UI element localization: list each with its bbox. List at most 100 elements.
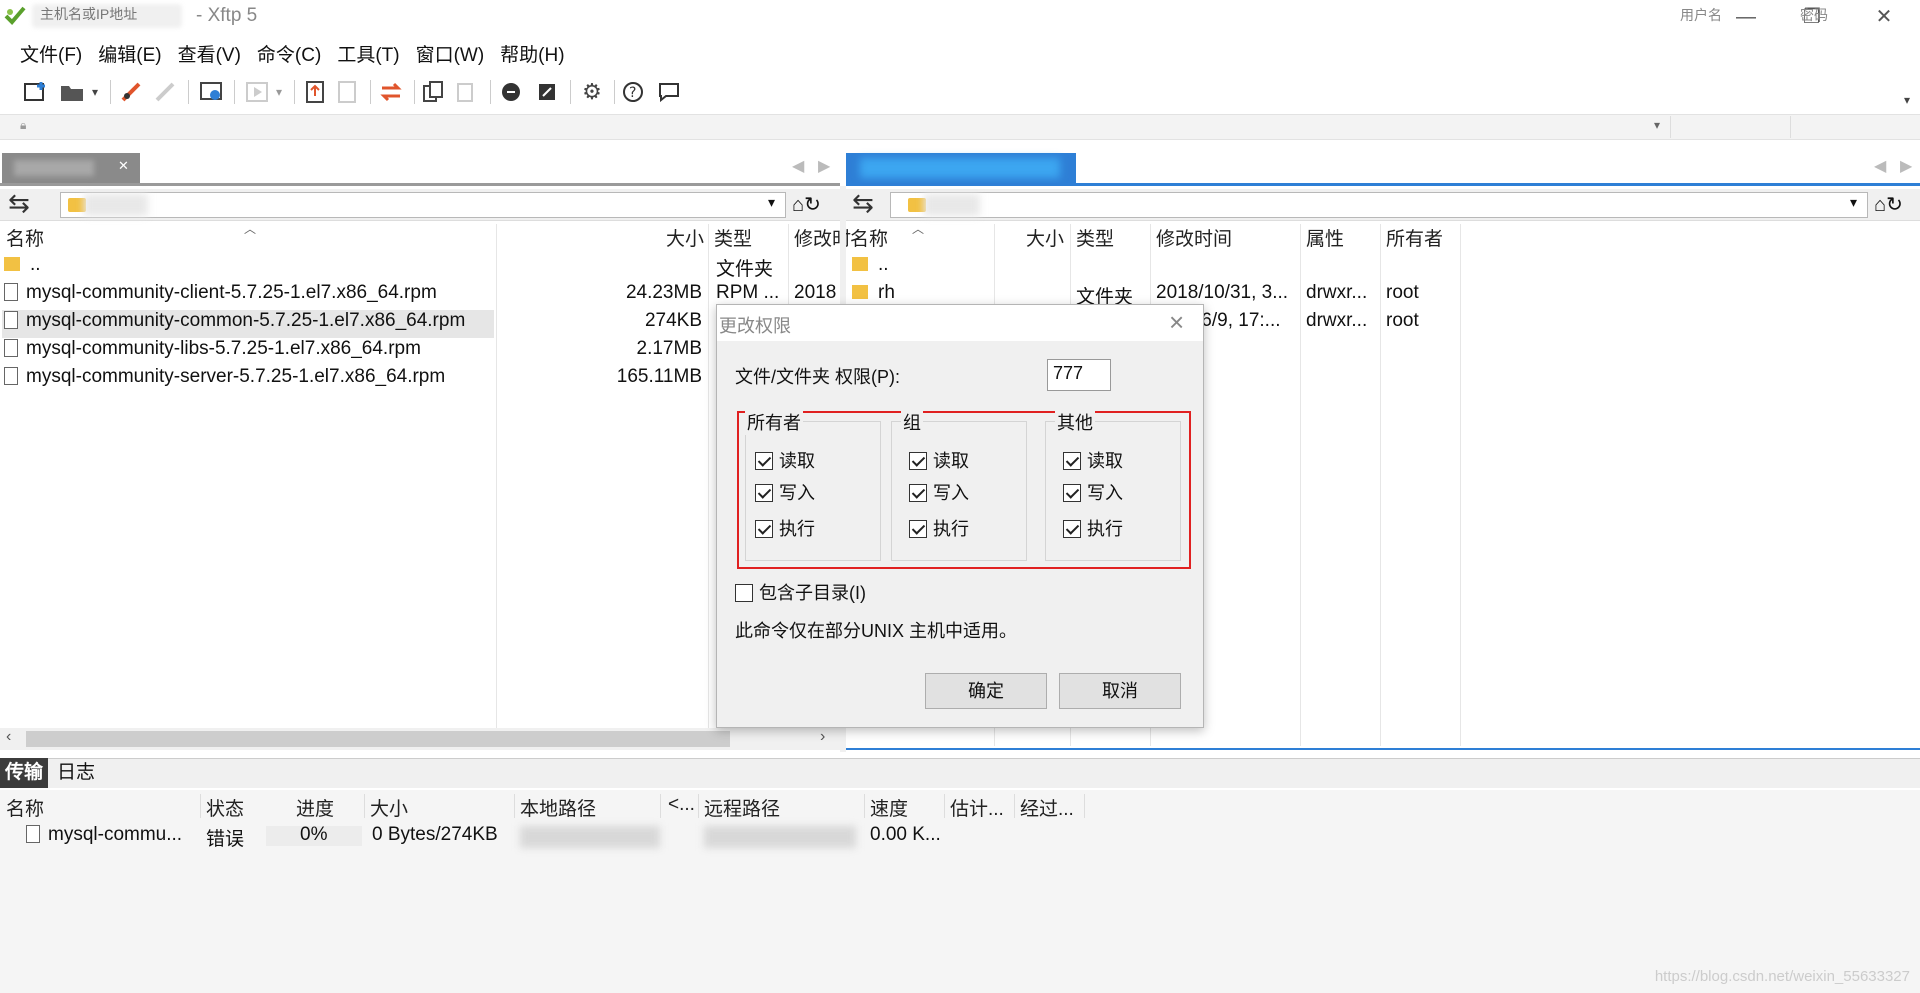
- owner-read-checkbox[interactable]: 读取: [755, 447, 815, 473]
- checkbox-unchecked[interactable]: [735, 584, 753, 602]
- close-tab-icon[interactable]: ✕: [118, 158, 129, 174]
- remote-path-input[interactable]: [890, 192, 1868, 218]
- gear-icon[interactable]: ⚙: [578, 78, 606, 106]
- col-owner[interactable]: 所有者: [1386, 224, 1443, 252]
- run-icon[interactable]: [244, 78, 272, 106]
- sync-icon[interactable]: [378, 78, 406, 106]
- host-input[interactable]: 主机名或IP地址: [40, 4, 137, 24]
- owner-write-checkbox[interactable]: 写入: [755, 479, 815, 505]
- other-write-checkbox[interactable]: 写入: [1063, 479, 1123, 505]
- transfer-col-estimated[interactable]: 估计...: [950, 794, 1004, 821]
- back-forward-icon[interactable]: ⇆: [852, 188, 874, 219]
- col-size[interactable]: 大小: [1026, 224, 1064, 252]
- group-execute-checkbox[interactable]: 执行: [909, 515, 969, 541]
- checkbox-checked[interactable]: [1063, 452, 1081, 470]
- group-write-checkbox[interactable]: 写入: [909, 479, 969, 505]
- other-execute-checkbox[interactable]: 执行: [1063, 515, 1123, 541]
- path-dropdown-icon[interactable]: ▾: [768, 194, 775, 211]
- disconnect-icon[interactable]: [152, 78, 180, 106]
- properties-icon[interactable]: [198, 78, 226, 106]
- include-subdirs-checkbox[interactable]: 包含子目录(I): [735, 579, 866, 605]
- checkbox-checked[interactable]: [755, 452, 773, 470]
- chat-icon[interactable]: [656, 78, 684, 106]
- menu-window[interactable]: 窗口(W): [408, 36, 493, 71]
- transfer-col-elapsed[interactable]: 经过...: [1020, 794, 1074, 821]
- transfer-col-size[interactable]: 大小: [370, 794, 408, 821]
- ok-button[interactable]: 确定: [925, 673, 1047, 709]
- toolbar-overflow-icon[interactable]: ▾: [1900, 86, 1914, 114]
- close-window-button[interactable]: ✕: [1864, 4, 1904, 30]
- new-session-icon[interactable]: [22, 78, 50, 106]
- checkbox-checked[interactable]: [755, 520, 773, 538]
- checkbox-checked[interactable]: [755, 484, 773, 502]
- home-refresh-icon[interactable]: ⌂↻: [792, 192, 821, 217]
- help-icon[interactable]: ?: [620, 78, 648, 106]
- menu-view[interactable]: 查看(V): [170, 36, 249, 71]
- scroll-right-icon[interactable]: ›: [820, 728, 825, 746]
- other-read-checkbox[interactable]: 读取: [1063, 447, 1123, 473]
- list-item[interactable]: mysql-community-libs-5.7.25-1.el7.x86_64…: [4, 338, 421, 366]
- dialog-close-button[interactable]: ×: [1169, 307, 1184, 338]
- open-folder-icon[interactable]: [58, 78, 86, 106]
- col-attributes[interactable]: 属性: [1306, 224, 1344, 252]
- menu-file[interactable]: 文件(F): [12, 36, 90, 71]
- cancel-button[interactable]: 取消: [1059, 673, 1181, 709]
- tab-scroll-left-icon[interactable]: ◀: [792, 156, 804, 176]
- tab-scroll-left-icon[interactable]: ◀: [1874, 156, 1886, 176]
- local-path-input[interactable]: [60, 192, 786, 218]
- path-dropdown-icon[interactable]: ▾: [1850, 194, 1857, 211]
- password-input[interactable]: 密码: [1800, 5, 1828, 25]
- transfer-col-name[interactable]: 名称: [6, 794, 44, 821]
- checkbox-checked[interactable]: [1063, 484, 1081, 502]
- copy-icon[interactable]: [420, 78, 448, 106]
- transfer-col-remote-path[interactable]: 远程路径: [704, 794, 780, 821]
- list-item[interactable]: ..: [4, 254, 41, 282]
- back-forward-icon[interactable]: ⇆: [8, 188, 30, 219]
- checkbox-checked[interactable]: [909, 484, 927, 502]
- scroll-left-icon[interactable]: ‹: [6, 728, 11, 746]
- download-icon[interactable]: [334, 78, 362, 106]
- permission-input[interactable]: 777: [1047, 359, 1111, 391]
- menu-tools[interactable]: 工具(T): [329, 36, 407, 71]
- checkbox-checked[interactable]: [909, 520, 927, 538]
- transfer-col-local-path[interactable]: 本地路径: [520, 794, 596, 821]
- owner-execute-checkbox[interactable]: 执行: [755, 515, 815, 541]
- list-item[interactable]: ..: [852, 254, 889, 282]
- menu-command[interactable]: 命令(C): [249, 36, 329, 71]
- checkbox-checked[interactable]: [909, 452, 927, 470]
- username-input[interactable]: 用户名: [1680, 5, 1722, 25]
- col-name[interactable]: 名称: [850, 224, 888, 252]
- tab-transfer[interactable]: 传输: [0, 758, 48, 788]
- minimize-button[interactable]: —: [1726, 4, 1766, 30]
- paste-icon[interactable]: [454, 78, 482, 106]
- col-type[interactable]: 类型: [1076, 224, 1114, 252]
- tab-scroll-right-icon[interactable]: ▶: [818, 156, 830, 176]
- upload-icon[interactable]: [302, 78, 330, 106]
- home-refresh-icon[interactable]: ⌂↻: [1874, 192, 1903, 217]
- transfer-col-progress[interactable]: 进度: [296, 794, 334, 821]
- col-size[interactable]: 大小: [666, 224, 704, 252]
- list-item[interactable]: mysql-community-client-5.7.25-1.el7.x86_…: [4, 282, 437, 310]
- scrollbar-thumb[interactable]: [26, 731, 730, 747]
- open-dropdown-icon[interactable]: ▾: [88, 78, 102, 106]
- tab-log[interactable]: 日志: [52, 758, 100, 788]
- host-dropdown-icon[interactable]: ▾: [1654, 118, 1660, 132]
- menu-help[interactable]: 帮助(H): [492, 36, 572, 71]
- transfer-col-status[interactable]: 状态: [206, 794, 244, 821]
- checkbox-checked[interactable]: [1063, 520, 1081, 538]
- connect-icon[interactable]: [118, 78, 146, 106]
- group-read-checkbox[interactable]: 读取: [909, 447, 969, 473]
- run-dropdown-icon[interactable]: ▾: [272, 78, 286, 106]
- list-item[interactable]: mysql-community-server-5.7.25-1.el7.x86_…: [4, 366, 445, 394]
- xshell-icon[interactable]: [498, 78, 526, 106]
- col-type[interactable]: 类型: [714, 224, 752, 252]
- transfer-col-direction[interactable]: <...: [668, 794, 695, 816]
- transfer-row[interactable]: mysql-commu...: [26, 824, 182, 846]
- tab-scroll-right-icon[interactable]: ▶: [1900, 156, 1912, 176]
- menu-edit[interactable]: 编辑(E): [90, 36, 169, 71]
- list-item-selected[interactable]: mysql-community-common-5.7.25-1.el7.x86_…: [2, 310, 494, 338]
- compose-icon[interactable]: [534, 78, 562, 106]
- col-modified[interactable]: 修改时间: [1156, 224, 1232, 252]
- col-name[interactable]: 名称: [6, 224, 44, 252]
- transfer-col-speed[interactable]: 速度: [870, 794, 908, 821]
